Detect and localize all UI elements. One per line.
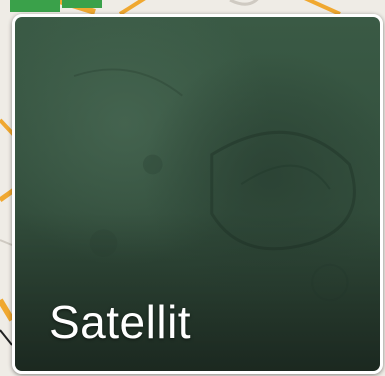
park-area [10, 0, 60, 12]
satellite-layer-toggle[interactable]: Satellit [12, 14, 383, 374]
layer-label: Satellit [49, 296, 192, 348]
map-view[interactable]: Satellit [0, 0, 385, 376]
park-area [62, 0, 102, 8]
